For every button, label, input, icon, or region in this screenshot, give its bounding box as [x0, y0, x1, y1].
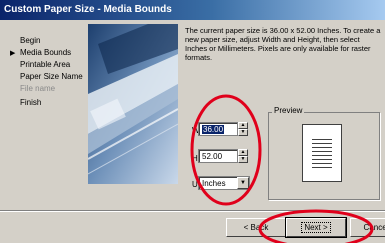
next-button[interactable]: Next >: [285, 217, 347, 238]
step-begin: Begin: [10, 36, 40, 45]
spin-down-icon[interactable]: ▼: [238, 156, 248, 163]
preview-label: Preview: [272, 106, 305, 115]
window-title: Custom Paper Size - Media Bounds: [4, 4, 172, 15]
width-input[interactable]: 36.00: [198, 122, 238, 136]
step-label: Printable Area: [20, 60, 71, 69]
step-paper-size-name: Paper Size Name: [10, 72, 83, 81]
width-value: 36.00: [202, 125, 225, 134]
back-button[interactable]: < Back: [226, 218, 286, 237]
step-printable-area: Printable Area: [10, 60, 70, 69]
wizard-window: Custom Paper Size - Media Bounds Begin ▶…: [0, 0, 385, 243]
step-label: Finish: [20, 98, 42, 107]
step-label: Begin: [20, 36, 41, 45]
height-value: 52.00: [202, 152, 223, 161]
step-media-bounds: ▶ Media Bounds: [10, 48, 71, 57]
cancel-button[interactable]: Cancel: [350, 218, 385, 237]
step-finish: Finish: [10, 98, 41, 107]
description-text: The current paper size is 36.00 x 52.00 …: [185, 26, 381, 62]
spin-down-icon[interactable]: ▼: [238, 129, 248, 136]
spin-up-icon[interactable]: ▲: [238, 122, 248, 129]
spin-up-icon[interactable]: ▲: [238, 149, 248, 156]
height-spinner[interactable]: ▲ ▼: [238, 149, 248, 163]
step-label: Media Bounds: [20, 48, 72, 57]
paper-preview: [302, 124, 342, 182]
current-step-arrow-icon: ▶: [10, 50, 16, 57]
button-separator: [0, 210, 385, 212]
step-label: File name: [20, 84, 56, 93]
step-label: Paper Size Name: [20, 72, 83, 81]
chevron-down-icon[interactable]: ▼: [237, 177, 249, 189]
title-bar[interactable]: Custom Paper Size - Media Bounds: [0, 0, 385, 20]
width-spinner[interactable]: ▲ ▼: [238, 122, 248, 136]
wizard-steps-sidebar: Begin ▶ Media Bounds Printable Area Paper…: [0, 20, 85, 210]
step-file-name: File name: [10, 84, 55, 93]
units-value: Inches: [202, 179, 226, 188]
wizard-illustration: [88, 24, 178, 184]
height-input[interactable]: 52.00: [198, 149, 238, 163]
